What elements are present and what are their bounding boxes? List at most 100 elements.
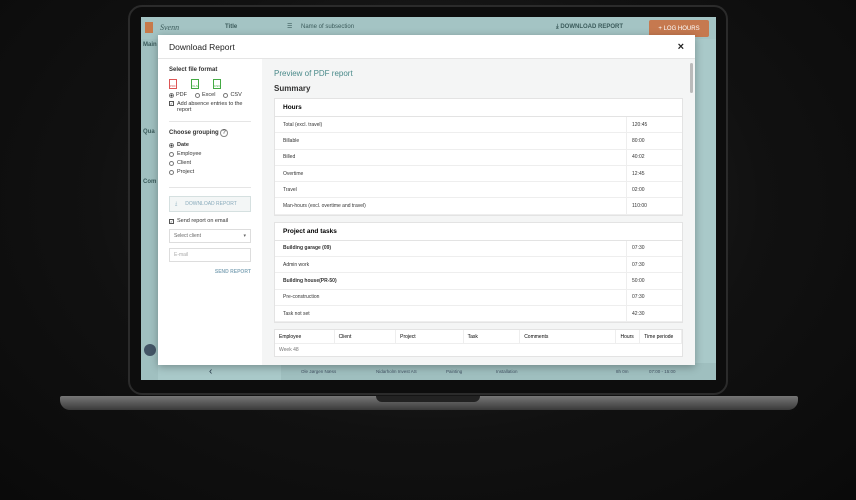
row-project: Painting xyxy=(446,369,463,374)
subsection-name: Name of subsection xyxy=(301,24,355,30)
radio-pdf[interactable]: PDF xyxy=(169,92,187,98)
logo-icon xyxy=(145,22,153,33)
preview-scrollbar[interactable] xyxy=(690,63,693,93)
logo: Svenn xyxy=(160,23,180,32)
send-email-label: Send report on email xyxy=(177,218,229,224)
summary-row: Man-hours (excl. overtime and travel) 110… xyxy=(275,198,682,215)
radio-label: CSV xyxy=(230,92,242,98)
row-value: 50:00 xyxy=(632,278,645,285)
summary-row: Total (excl. travel) 120:45 xyxy=(275,117,682,134)
file-format-label: Select file format xyxy=(169,67,218,73)
row-employee: Ole Jørgen Næss xyxy=(301,369,337,374)
summary-row: Building garage (09) 07:30 xyxy=(275,240,682,258)
row-label: Task not set xyxy=(275,305,627,322)
summary-row: Billed 40:02 xyxy=(275,149,682,166)
laptop-notch xyxy=(376,396,480,402)
summary-row: Building house(PR-50) 50:00 xyxy=(275,273,682,290)
row-label: Building house(PR-50) xyxy=(275,273,627,289)
caret-down-icon: ▾ xyxy=(243,233,246,239)
radio-excel[interactable]: Excel xyxy=(195,92,215,98)
row-label: Billed xyxy=(275,149,627,165)
summary-row: Billable 80:00 xyxy=(275,133,682,150)
row-value: 07:30 xyxy=(632,245,645,252)
pdf-file-icon: PDF xyxy=(169,79,177,89)
download-report-modal: Download Report × Select file format PDF… xyxy=(158,35,695,365)
radio-label: Excel xyxy=(202,92,216,98)
email-input[interactable]: E-mail xyxy=(169,248,251,262)
row-value: 42:30 xyxy=(632,310,645,317)
help-icon[interactable]: ? xyxy=(220,129,228,137)
hours-title: Hours xyxy=(275,99,682,117)
row-value: 80:00 xyxy=(632,137,645,144)
download-report-button[interactable]: ⤓ DOWNLOAD REPORT xyxy=(169,196,251,212)
row-label: Billable xyxy=(275,133,627,149)
radio-client[interactable]: Client xyxy=(169,160,251,166)
download-label: DOWNLOAD REPORT xyxy=(185,201,237,207)
column-header: Task xyxy=(464,330,521,344)
summary-row: Travel 02:00 xyxy=(275,182,682,199)
row-label: Pre-construction xyxy=(275,289,627,305)
send-email-checkbox[interactable]: ✓ xyxy=(169,218,174,224)
row-value: 40:02 xyxy=(632,154,645,161)
row-value: 07:30 xyxy=(632,261,645,268)
column-header: Comments xyxy=(520,330,617,344)
radio-project[interactable]: Project xyxy=(169,169,251,175)
collapse-chevron-icon[interactable]: ‹ xyxy=(209,366,212,377)
send-report-button[interactable]: SEND REPORT xyxy=(169,269,251,275)
grouping-label: Choose grouping ? xyxy=(169,129,251,137)
summary-row: Admin work 07:30 xyxy=(275,257,682,274)
select-client-value: Select client xyxy=(174,233,201,239)
row-value: 120:45 xyxy=(632,121,648,128)
week-label: Week 48 xyxy=(279,347,299,354)
column-header: Project xyxy=(396,330,464,344)
row-task: Installation xyxy=(496,369,518,374)
sidebar-section: Qua xyxy=(143,129,155,135)
excel-file-icon: XLS xyxy=(191,79,199,89)
background-table-row: Ole Jørgen Næss Nidarholm Invest AS Pain… xyxy=(281,363,716,380)
row-client: Nidarholm Invest AS xyxy=(376,369,417,374)
radio-label: Employee xyxy=(177,151,202,157)
row-label: Admin work xyxy=(275,257,627,273)
screen: Svenn Title ☰ Name of subsection ⤓ DOWNL… xyxy=(141,17,716,380)
radio-employee[interactable]: Employee xyxy=(169,151,251,157)
csv-file-icon: CSV xyxy=(213,79,221,89)
radio-label: Date xyxy=(177,142,189,148)
projects-card: Project and tasks Building garage (09) 07… xyxy=(274,221,683,324)
avatar[interactable] xyxy=(144,344,156,356)
sidebar-section: Main xyxy=(143,42,157,48)
row-value: 110:00 xyxy=(632,203,647,210)
row-value: 12:45 xyxy=(632,170,645,177)
column-header: Hours xyxy=(616,330,641,344)
sidebar: Main Qua Com xyxy=(141,39,158,380)
menu-icon[interactable]: ☰ xyxy=(287,23,292,30)
summary-heading: Summary xyxy=(274,84,311,93)
radio-csv[interactable]: CSV xyxy=(223,92,242,98)
column-header: Time periode xyxy=(640,330,682,344)
column-header: Employee xyxy=(275,330,335,344)
summary-row: Overtime 12:45 xyxy=(275,165,682,183)
close-icon[interactable]: × xyxy=(678,41,684,53)
row-value: 07:30 xyxy=(632,294,645,301)
row-label: Total (excl. travel) xyxy=(275,117,627,133)
row-label: Travel xyxy=(275,182,627,198)
grouping-label-text: Choose grouping xyxy=(169,130,219,136)
radio-label: PDF xyxy=(176,92,187,98)
row-label: Building garage (09) xyxy=(275,240,627,257)
summary-row: Task not set 42:30 xyxy=(275,305,682,323)
app-title: Title xyxy=(225,24,238,30)
options-panel: Select file format PDF XLS CSV PDF Excel… xyxy=(158,59,262,365)
summary-row: Pre-construction 07:30 xyxy=(275,289,682,306)
radio-label: Project xyxy=(177,169,195,175)
row-label: Overtime xyxy=(275,165,627,182)
download-icon: ⤓ xyxy=(175,201,178,207)
radio-date[interactable]: Date xyxy=(169,142,251,148)
select-client-dropdown[interactable]: Select client ▾ xyxy=(169,229,251,243)
radio-label: Client xyxy=(177,160,192,166)
sidebar-section: Com xyxy=(143,179,157,185)
header-download-report-button[interactable]: ⤓ DOWNLOAD REPORT xyxy=(556,24,623,31)
row-hours: 8h 0m xyxy=(616,369,629,374)
absence-checkbox[interactable]: ✓ xyxy=(169,101,174,106)
hours-card: Hours Total (excl. travel) 120:45 Billable… xyxy=(274,98,683,216)
column-header: Client xyxy=(335,330,397,344)
modal-title: Download Report xyxy=(169,41,235,52)
